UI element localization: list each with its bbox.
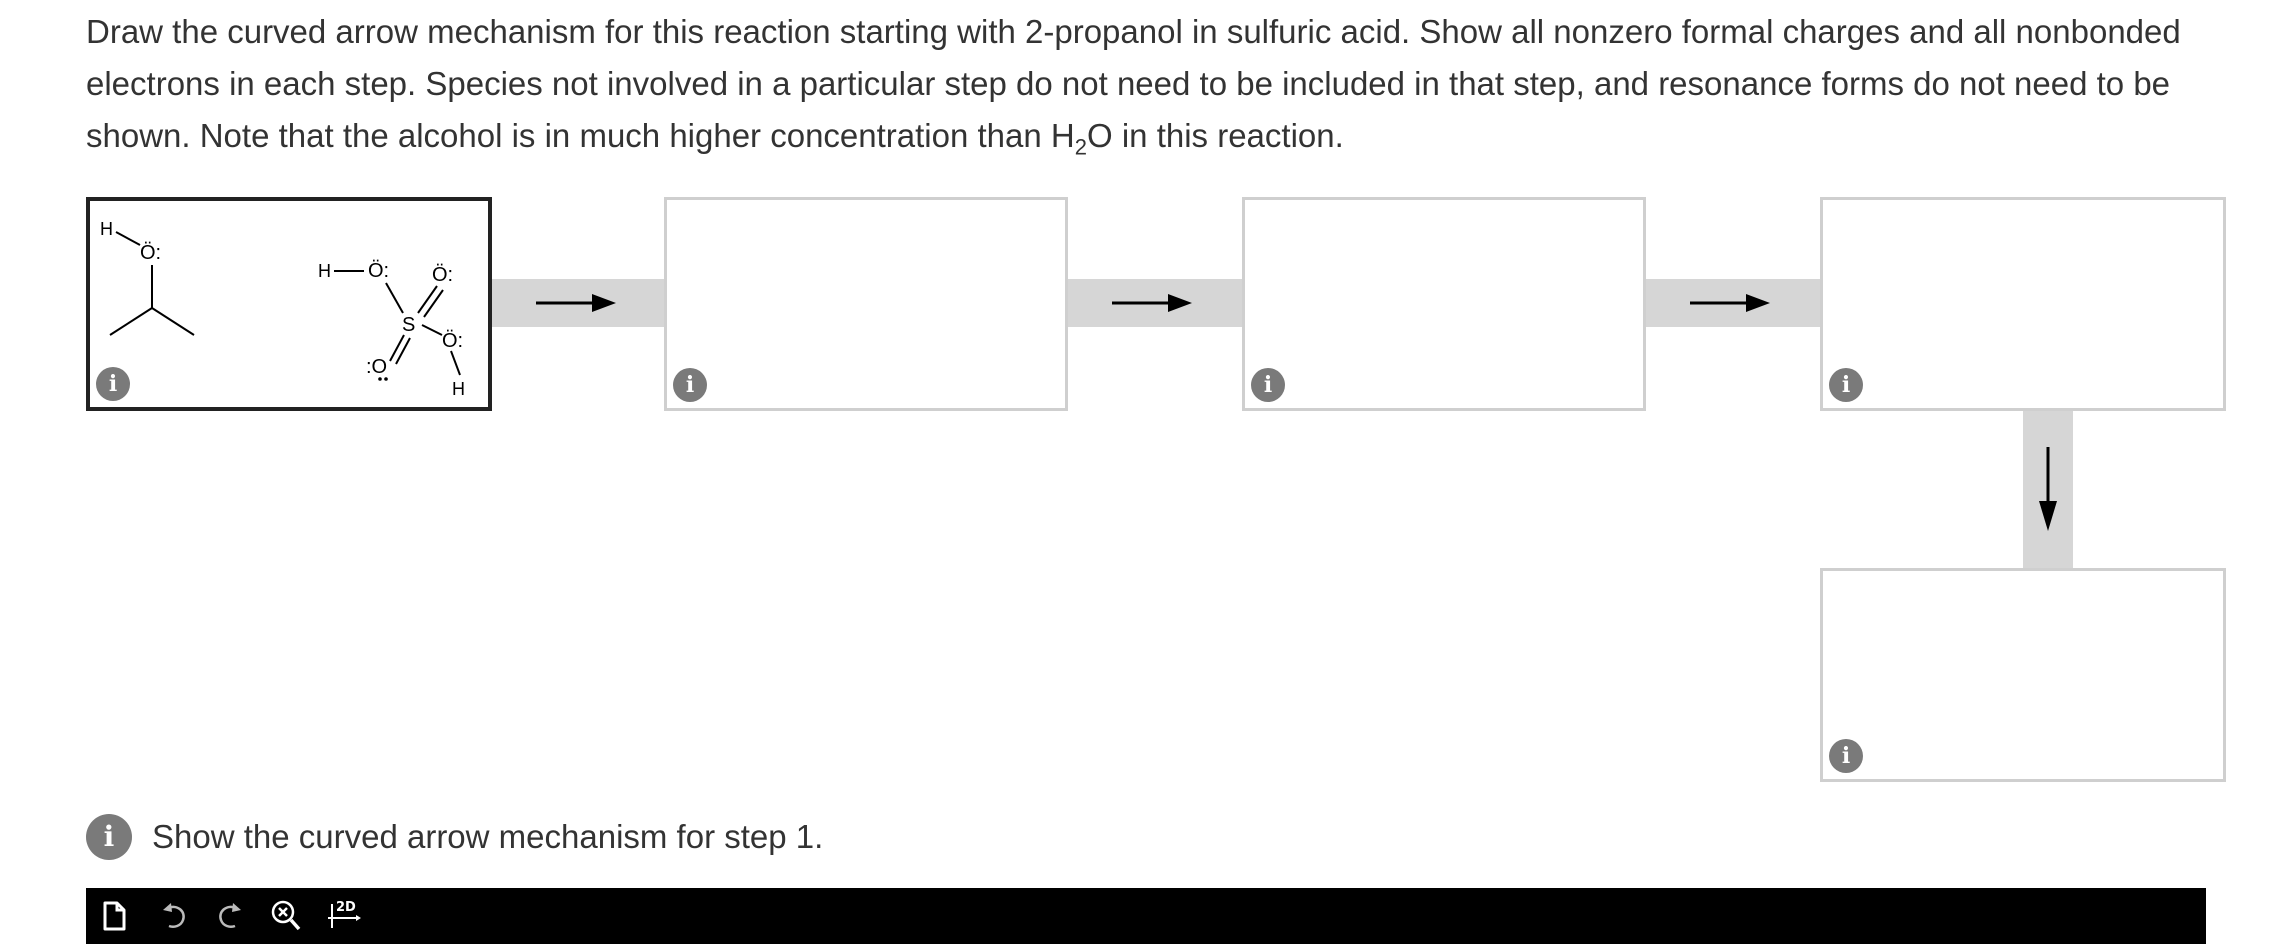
acid-o-label-4: :O (366, 356, 387, 378)
sulfur-label: S (402, 314, 415, 336)
step-2-box[interactable]: i (664, 197, 1068, 411)
drawing-toolbar: 2D (86, 888, 2206, 944)
step-5-box[interactable]: i (1820, 568, 2226, 782)
step-3-info-icon[interactable]: i (1251, 368, 1285, 402)
step-4-box[interactable]: i (1820, 197, 2226, 411)
reactants-drawing: H Ö: H Ö: Ö: S Ö: H :O (100, 219, 465, 399)
hint-text: Show the curved arrow mechanism for step… (152, 818, 824, 855)
question-text-end: O in this reaction. (1087, 117, 1344, 154)
step-arrow-3 (1646, 279, 1820, 327)
step-arrow-4 (2023, 411, 2073, 568)
right-arrow-icon (1112, 294, 1192, 312)
new-document-icon[interactable] (96, 898, 132, 934)
step-5-info-icon[interactable]: i (1829, 739, 1863, 773)
question-subscript: 2 (1074, 134, 1087, 160)
right-arrow-icon (1690, 294, 1770, 312)
acid-o-label-2: Ö: (432, 264, 453, 286)
acid-o-label-1: Ö: (368, 260, 389, 282)
zoom-reset-icon[interactable] (268, 898, 304, 934)
undo-icon[interactable] (156, 898, 192, 934)
step-4-info-icon[interactable]: i (1829, 368, 1863, 402)
alcohol-h-label: H (100, 219, 113, 239)
clean-2d-icon[interactable]: 2D (326, 898, 362, 934)
2-propanol-structure: H Ö: (100, 219, 195, 336)
right-arrow-icon (536, 294, 616, 312)
step-arrow-2 (1068, 279, 1242, 327)
hint-info-icon[interactable]: i (86, 814, 132, 860)
sulfuric-acid-structure: H Ö: Ö: S Ö: H :O (318, 260, 465, 399)
acid-o-label-3: Ö: (442, 330, 463, 352)
step-3-box[interactable]: i (1242, 197, 1646, 411)
step-1-info-icon[interactable]: i (96, 367, 130, 401)
clean-2d-label: 2D (336, 900, 356, 915)
down-arrow-icon (2039, 447, 2057, 531)
redo-icon[interactable] (212, 898, 248, 934)
alcohol-o-label: Ö: (140, 242, 161, 264)
acid-h-label-2: H (452, 379, 465, 399)
acid-h-label-1: H (318, 261, 331, 281)
step-hint: i Show the curved arrow mechanism for st… (86, 814, 823, 860)
step-arrow-1 (492, 279, 664, 327)
step-1-box[interactable]: H Ö: H Ö: Ö: S Ö: H :O i (86, 197, 492, 411)
question-text: Draw the curved arrow mechanism for this… (86, 6, 2246, 162)
step-2-info-icon[interactable]: i (673, 368, 707, 402)
